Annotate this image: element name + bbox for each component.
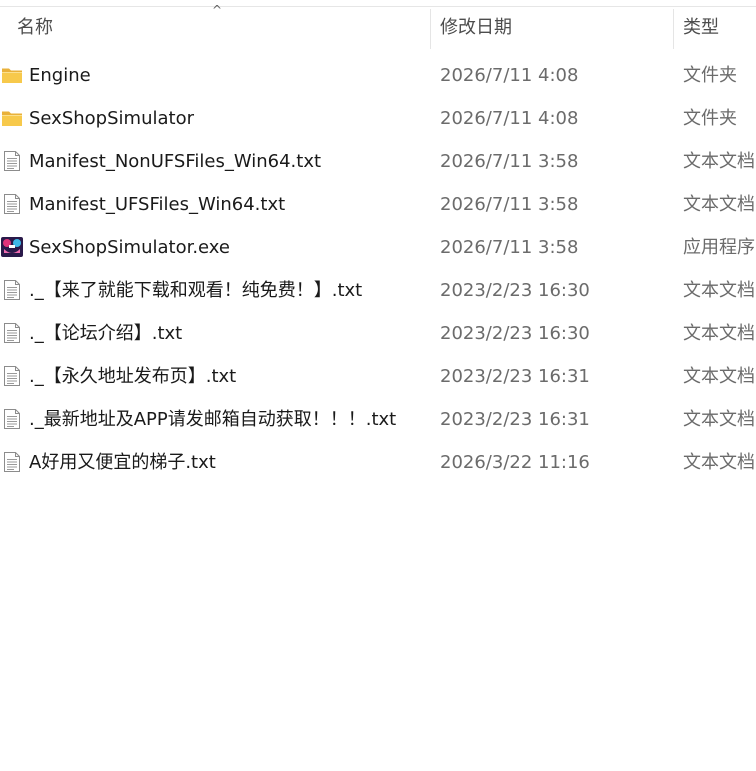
column-header-bar: ^ 名称 修改日期 类型 xyxy=(0,3,756,49)
text-file-icon xyxy=(1,408,23,430)
app-icon xyxy=(1,236,23,258)
file-date-modified: 2026/7/11 4:08 xyxy=(440,65,579,86)
file-row[interactable]: Manifest_UFSFiles_Win64.txt 2026/7/11 3:5… xyxy=(0,183,756,226)
file-date-modified: 2023/2/23 16:31 xyxy=(440,366,590,387)
file-type: 应用程序 xyxy=(683,237,755,258)
file-name[interactable]: SexShopSimulator.exe xyxy=(29,226,230,269)
file-date-modified: 2026/7/11 3:58 xyxy=(440,237,579,258)
file-name[interactable]: ._最新地址及APP请发邮箱自动获取！！！.txt xyxy=(29,398,396,441)
file-date-modified: 2023/2/23 16:30 xyxy=(440,280,590,301)
file-type: 文本文档 xyxy=(683,323,755,344)
column-divider[interactable] xyxy=(673,9,674,49)
text-file-icon xyxy=(1,451,23,473)
text-file-icon xyxy=(1,322,23,344)
file-type: 文本文档 xyxy=(683,151,755,172)
file-name[interactable]: A好用又便宜的梯子.txt xyxy=(29,441,216,484)
file-row[interactable]: ._最新地址及APP请发邮箱自动获取！！！.txt 2023/2/23 16:31… xyxy=(0,398,756,441)
file-name[interactable]: Manifest_UFSFiles_Win64.txt xyxy=(29,183,285,226)
file-name[interactable]: Manifest_NonUFSFiles_Win64.txt xyxy=(29,140,321,183)
file-type: 文本文档 xyxy=(683,194,755,215)
file-row[interactable]: SexShopSimulator.exe 2026/7/11 3:58 应用程序 xyxy=(0,226,756,269)
file-type: 文件夹 xyxy=(683,65,737,86)
text-file-icon xyxy=(1,279,23,301)
file-row[interactable]: ._【永久地址发布页】.txt 2023/2/23 16:31 文本文档 xyxy=(0,355,756,398)
file-name[interactable]: ._【论坛介绍】.txt xyxy=(29,312,182,355)
file-date-modified: 2023/2/23 16:31 xyxy=(440,409,590,430)
file-date-modified: 2023/2/23 16:30 xyxy=(440,323,590,344)
file-type: 文件夹 xyxy=(683,108,737,129)
file-list: Engine 2026/7/11 4:08 文件夹 SexShopSimulator… xyxy=(0,54,756,484)
file-explorer-list: ^ 名称 修改日期 类型 Engine 2026/7/11 4:08 文件夹 Sex… xyxy=(0,0,756,771)
file-row[interactable]: ._【论坛介绍】.txt 2023/2/23 16:30 文本文档 xyxy=(0,312,756,355)
file-row[interactable]: A好用又便宜的梯子.txt 2026/3/22 11:16 文本文档 xyxy=(0,441,756,484)
file-date-modified: 2026/7/11 3:58 xyxy=(440,151,579,172)
folder-icon xyxy=(1,107,23,129)
folder-icon xyxy=(1,64,23,86)
file-type: 文本文档 xyxy=(683,452,755,473)
column-header-date-modified[interactable]: 修改日期 xyxy=(440,7,512,49)
file-name[interactable]: ._【永久地址发布页】.txt xyxy=(29,355,236,398)
file-name[interactable]: Engine xyxy=(29,54,91,97)
file-type: 文本文档 xyxy=(683,409,755,430)
file-date-modified: 2026/3/22 11:16 xyxy=(440,452,590,473)
file-row[interactable]: ._【来了就能下载和观看！纯免费！】.txt 2023/2/23 16:30 文本文… xyxy=(0,269,756,312)
sort-ascending-icon: ^ xyxy=(212,3,223,17)
file-row[interactable]: Engine 2026/7/11 4:08 文件夹 xyxy=(0,54,756,97)
file-name[interactable]: ._【来了就能下载和观看！纯免费！】.txt xyxy=(29,269,362,312)
file-date-modified: 2026/7/11 3:58 xyxy=(440,194,579,215)
file-type: 文本文档 xyxy=(683,366,755,387)
file-name[interactable]: SexShopSimulator xyxy=(29,97,194,140)
column-header-name[interactable]: 名称 xyxy=(17,7,53,49)
text-file-icon xyxy=(1,365,23,387)
text-file-icon xyxy=(1,150,23,172)
column-divider[interactable] xyxy=(430,9,431,49)
file-row[interactable]: SexShopSimulator 2026/7/11 4:08 文件夹 xyxy=(0,97,756,140)
file-type: 文本文档 xyxy=(683,280,755,301)
column-header-type[interactable]: 类型 xyxy=(683,7,719,49)
file-row[interactable]: Manifest_NonUFSFiles_Win64.txt 2026/7/11 … xyxy=(0,140,756,183)
file-date-modified: 2026/7/11 4:08 xyxy=(440,108,579,129)
text-file-icon xyxy=(1,193,23,215)
